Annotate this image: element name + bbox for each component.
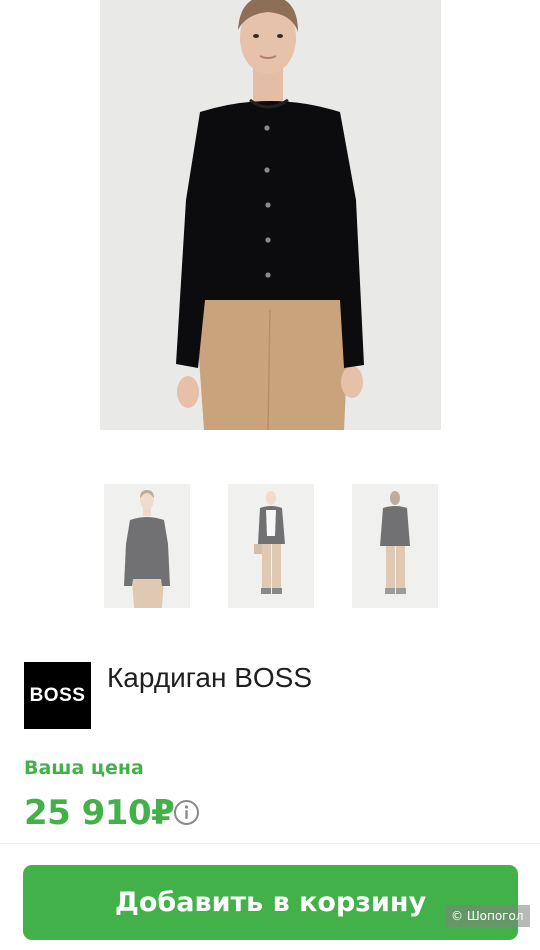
brand-logo-text: BOSS — [29, 684, 86, 706]
price-label: Ваша цена — [24, 757, 144, 779]
watermark: © Шопогол — [446, 905, 530, 927]
thumbnail-front[interactable] — [104, 484, 190, 608]
price-value: 25 910₽ — [24, 793, 175, 833]
product-main-image[interactable] — [100, 0, 441, 430]
add-to-cart-button[interactable]: Добавить в корзину — [23, 865, 518, 940]
thumbnail-full-length-front[interactable] — [228, 484, 314, 608]
product-photo-illustration — [100, 0, 441, 430]
bottom-bar-divider — [0, 843, 540, 844]
info-icon[interactable] — [173, 799, 200, 826]
thumbnail-full-length-back[interactable] — [352, 484, 438, 608]
add-to-cart-label: Добавить в корзину — [114, 887, 427, 918]
product-title: Кардиган BOSS — [107, 662, 313, 693]
brand-logo[interactable]: BOSS — [24, 662, 91, 729]
